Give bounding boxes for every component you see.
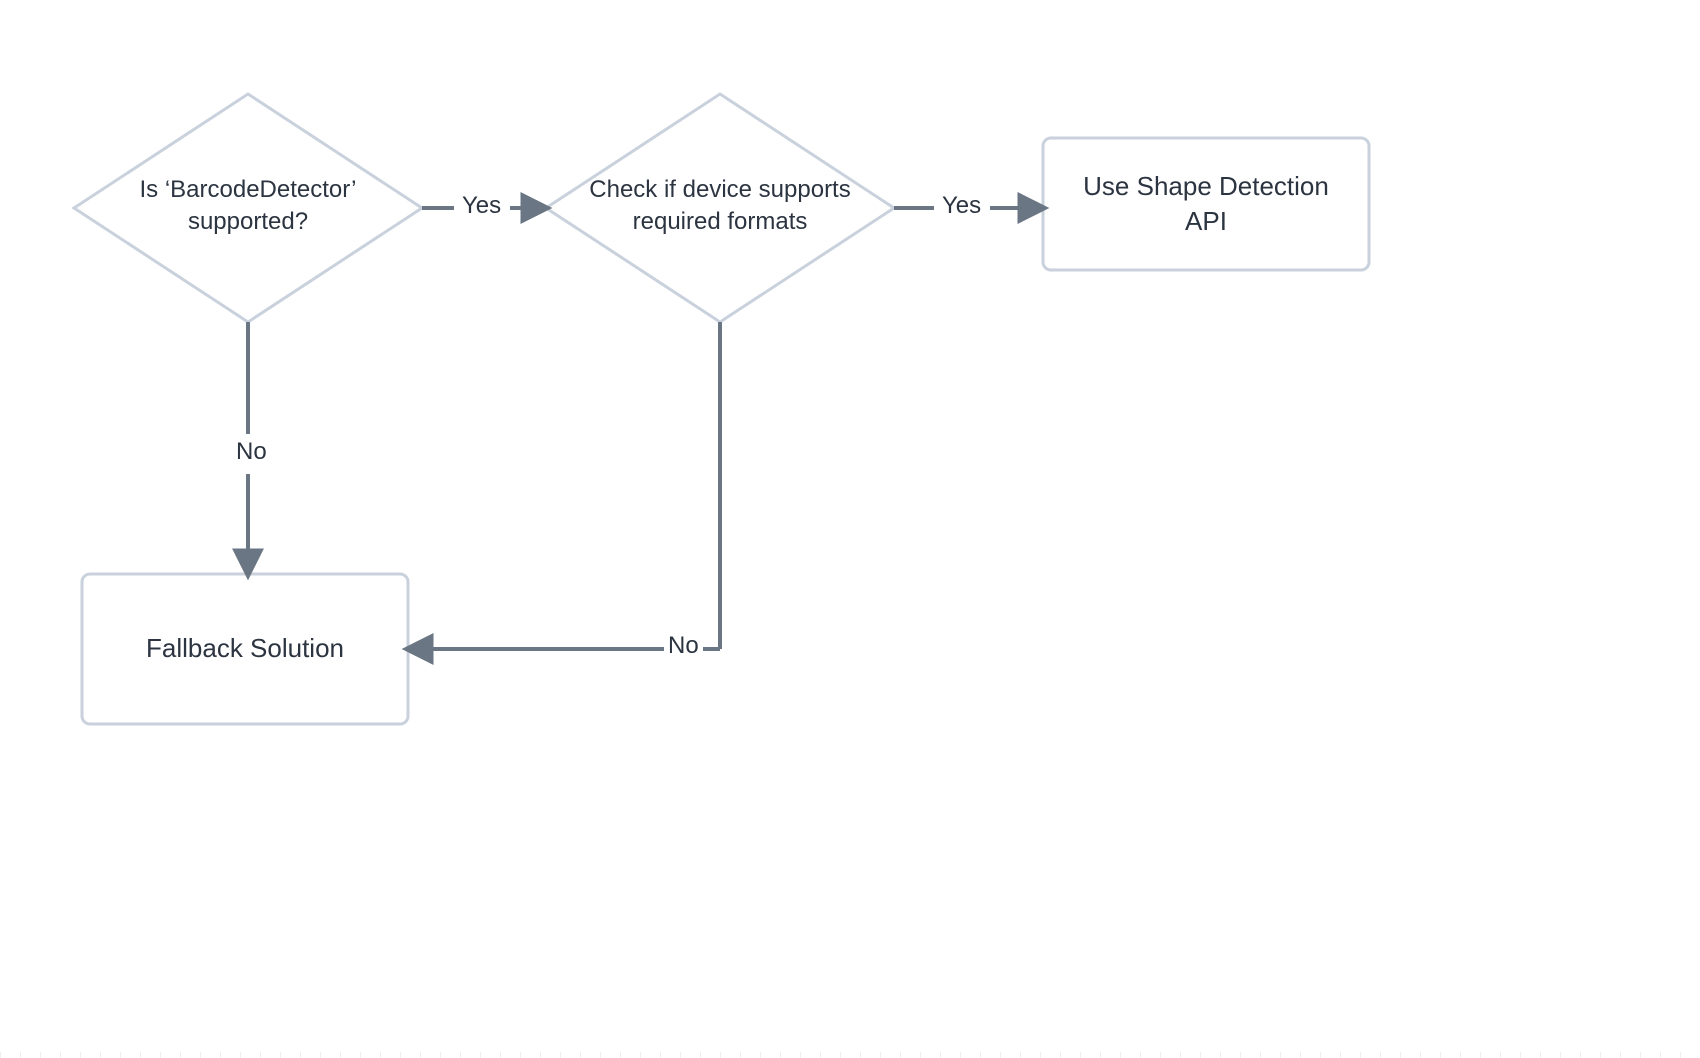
edge-d1-yes-label: Yes: [458, 192, 505, 220]
text-line: supported?: [188, 206, 308, 238]
text-line: required formats: [633, 206, 808, 238]
edge-d1-no-label: No: [232, 438, 271, 466]
ruler-ticks: [0, 1052, 1700, 1058]
text-line: Use Shape Detection: [1083, 169, 1329, 204]
text-line: Check if device supports: [589, 174, 850, 206]
node-process-fallback-text: Fallback Solution: [82, 574, 408, 724]
node-decision-barcodedetector-text: Is ‘BarcodeDetector’ supported?: [118, 176, 378, 236]
text-line: Fallback Solution: [146, 631, 344, 666]
node-process-api-text: Use Shape Detection API: [1043, 138, 1369, 270]
text-line: Is ‘BarcodeDetector’: [140, 174, 357, 206]
edge-d2-no-label: No: [664, 632, 703, 660]
flowchart-canvas: [0, 0, 1700, 1058]
edge-d2-yes-label: Yes: [938, 192, 985, 220]
text-line: API: [1185, 204, 1227, 239]
node-decision-formats-text: Check if device supports required format…: [576, 176, 864, 236]
